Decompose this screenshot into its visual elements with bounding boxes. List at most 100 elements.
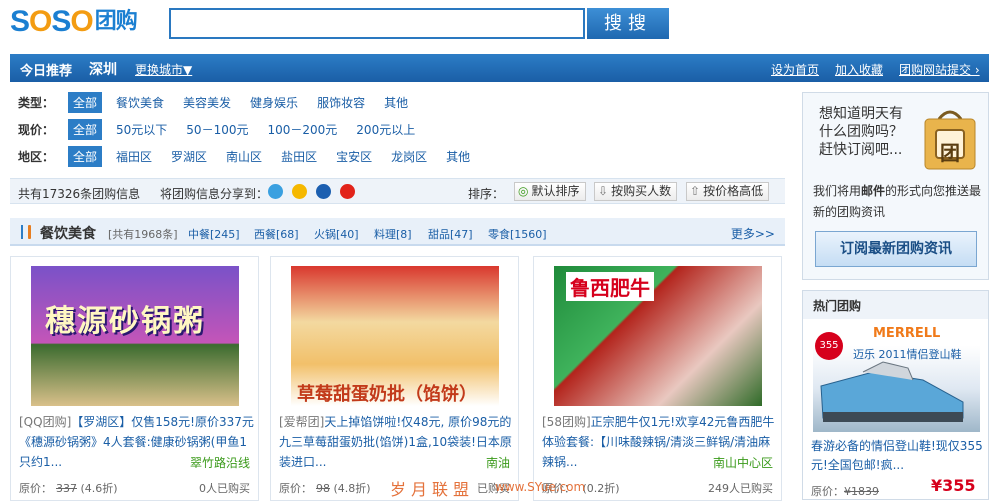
filter-option[interactable]: 全部 [68,118,103,140]
sort-default-button[interactable]: ◎ 默认排序 [514,182,586,201]
sort-buyers-label: 按购买人数 [611,184,672,198]
price-label: 原价： [279,482,312,495]
share-weibo-icon[interactable] [340,184,355,199]
subscribe-panel: 想知道明天有什么团购吗？赶快订阅吧... 团 我们将用邮件的形式向您推送最新的团… [802,92,989,280]
subcategory-link[interactable]: 西餐[68] [254,226,299,242]
deal-image-text: 鲁西肥牛 [566,272,654,301]
filter-option[interactable]: 餐饮美食 [111,92,169,113]
today-recommend[interactable]: 今日推荐 [20,60,72,79]
search-button[interactable]: 搜搜 [587,8,669,39]
filter-option[interactable]: 美容美发 [178,92,236,113]
sort-price-button[interactable]: ⇧ 按价格高低 [686,182,770,201]
filter-option[interactable]: 全部 [68,145,103,167]
original-price: 98 [316,482,330,495]
shopping-bag-icon: 团 [921,105,979,171]
share-label: 将团购信息分享到： [160,187,269,201]
deal-location: 翠竹路沿线 [185,454,250,471]
deal-image-text: 草莓甜蛋奶批（馅饼） [297,384,477,405]
type-filter: 类型： 全部 餐饮美食 美容美发 健身娱乐 服饰妆容 其他 [18,91,422,113]
deal-image[interactable]: 草莓甜蛋奶批（馅饼） [291,266,499,406]
filter-option[interactable]: 其他 [441,146,475,167]
filter-panel: 类型： 全部 餐饮美食 美容美发 健身娱乐 服饰妆容 其他 现价： 全部 50元… [10,88,785,175]
filter-option[interactable]: 全部 [68,91,103,113]
fork-knife-icon [21,225,31,239]
filter-option[interactable]: 罗湖区 [166,146,212,167]
subcategory-link[interactable]: 料理[8] [374,226,412,242]
hot-deal-image[interactable]: MERRELL 迈乐 2011情侣登山鞋 355 [813,324,980,432]
discount: (4.8折) [333,482,371,495]
sort-default-label: 默认排序 [531,184,580,198]
original-price: ¥1839 [844,485,879,498]
hot-deal-original-price: 原价：¥1839 [811,483,879,499]
filter-option[interactable]: 100－200元 [262,119,342,140]
deal-card[interactable]: 鲁西肥牛 [58团购]正宗肥牛仅1元!欢享42元鲁西肥牛体验套餐:【川味酸辣锅/… [533,256,782,501]
filter-option[interactable]: 其他 [379,92,413,113]
filter-label: 现价： [18,122,55,137]
deal-source: [爱帮团] [279,415,325,429]
deal-location: 南山中心区 [708,454,773,471]
header: SOSO团购 搜搜 [0,0,992,50]
sort-buyers-button[interactable]: ⇩ 按购买人数 [594,182,678,201]
hot-deal-description[interactable]: 春游必备的情侣登山鞋!现仅355元!全国包邮!疯... [811,437,983,475]
submit-site-link[interactable]: 团购网站提交 › [899,61,980,78]
price-label: 原价： [19,482,52,495]
sort-price-label: 按价格高低 [703,184,764,198]
desc-pre: 我们将用 [813,184,862,198]
share-qzone-icon[interactable] [268,184,283,199]
filter-option[interactable]: 盐田区 [276,146,322,167]
category-title: 餐饮美食 [40,226,96,242]
filter-option[interactable]: 福田区 [111,146,157,167]
subcategory-link[interactable]: 零食[1560] [488,226,547,242]
hot-deal-price: ¥355 [931,476,976,495]
hot-deals-title: 热门团购 [803,291,988,319]
set-homepage-link[interactable]: 设为首页 [771,61,819,78]
bought-count: 0人已购买 [199,482,250,495]
category-header: 餐饮美食 [共有1968条] 中餐[245] 西餐[68] 火锅[40] 料理[… [10,218,785,246]
filter-option[interactable]: 200元以上 [351,119,420,140]
add-favorite-link[interactable]: 加入收藏 [835,61,883,78]
total-count: 共有17326条团购信息 [18,187,141,201]
subcategory-link[interactable]: 中餐[245] [188,226,240,242]
deal-image[interactable]: 鲁西肥牛 [554,266,762,406]
subscribe-button[interactable]: 订阅最新团购资讯 [815,231,977,267]
deal-image-text: 穗源砂锅粥 [45,304,205,339]
original-price: 337 [56,482,77,495]
search-input[interactable] [169,8,585,39]
filter-option[interactable]: 50－100元 [181,119,253,140]
filter-label: 地区： [18,149,55,164]
share-renren-icon[interactable] [316,184,331,199]
discount: (0.2折) [582,482,620,495]
share-pengyou-icon[interactable] [292,184,307,199]
filter-option[interactable]: 服饰妆容 [312,92,370,113]
deal-price: 原价： 337 (4.6折) [19,480,118,496]
city-nav-bar: 今日推荐 深圳 更换城市▼ 设为首页 加入收藏 团购网站提交 › [10,54,989,82]
more-link[interactable]: 更多>> [731,225,775,242]
subcategory-link[interactable]: 甜品[47] [428,226,473,242]
subcategory-link[interactable]: 火锅[40] [314,226,359,242]
watermark-text: 岁月联盟 [390,480,475,499]
deal-image[interactable]: 穗源砂锅粥 [31,266,239,406]
filter-option[interactable]: 南山区 [221,146,267,167]
filter-option[interactable]: 50元以下 [111,119,172,140]
filter-option[interactable]: 健身娱乐 [245,92,303,113]
change-city-link[interactable]: 更换城市▼ [135,61,192,78]
subscribe-description: 我们将用邮件的形式向您推送最新的团购资讯 [813,181,983,223]
subscribe-question: 想知道明天有什么团购吗？赶快订阅吧... [819,106,903,158]
filter-option[interactable]: 龙岗区 [386,146,432,167]
filter-option[interactable]: 宝安区 [331,146,377,167]
deal-description[interactable]: [爱帮团]天上掉馅饼啦!仅48元, 原价98元的九三草莓甜蛋奶批(馅饼)1盒,1… [279,412,515,472]
watermark-url: www.SYue.com [495,480,586,494]
desc-bold: 邮件 [861,184,886,198]
sort-label: 排序： [468,187,505,201]
deal-card[interactable]: 草莓甜蛋奶批（馅饼） [爱帮团]天上掉馅饼啦!仅48元, 原价98元的九三草莓甜… [270,256,519,501]
category-count: [共有1968条] [108,228,178,241]
result-toolbar: 共有17326条团购信息 将团购信息分享到： 排序： ◎ 默认排序 ⇩ 按购买人数 … [10,178,785,204]
soso-logo[interactable]: SOSO团购 [10,6,138,38]
hot-deals-panel: 热门团购 MERRELL 迈乐 2011情侣登山鞋 355 春游必备的情侣登山鞋… [802,290,989,500]
bought-count: 249人已购买 [708,482,773,495]
price-label: 原价： [811,485,844,498]
district-filter: 地区： 全部 福田区 罗湖区 南山区 盐田区 宝安区 龙岗区 其他 [18,145,484,167]
deal-card[interactable]: 穗源砂锅粥 [QQ团购]【罗湖区】仅售158元!原价337元《穗源砂锅粥》4人套… [10,256,259,501]
deal-location: 南油 [481,454,510,471]
discount: (4.6折) [80,482,118,495]
